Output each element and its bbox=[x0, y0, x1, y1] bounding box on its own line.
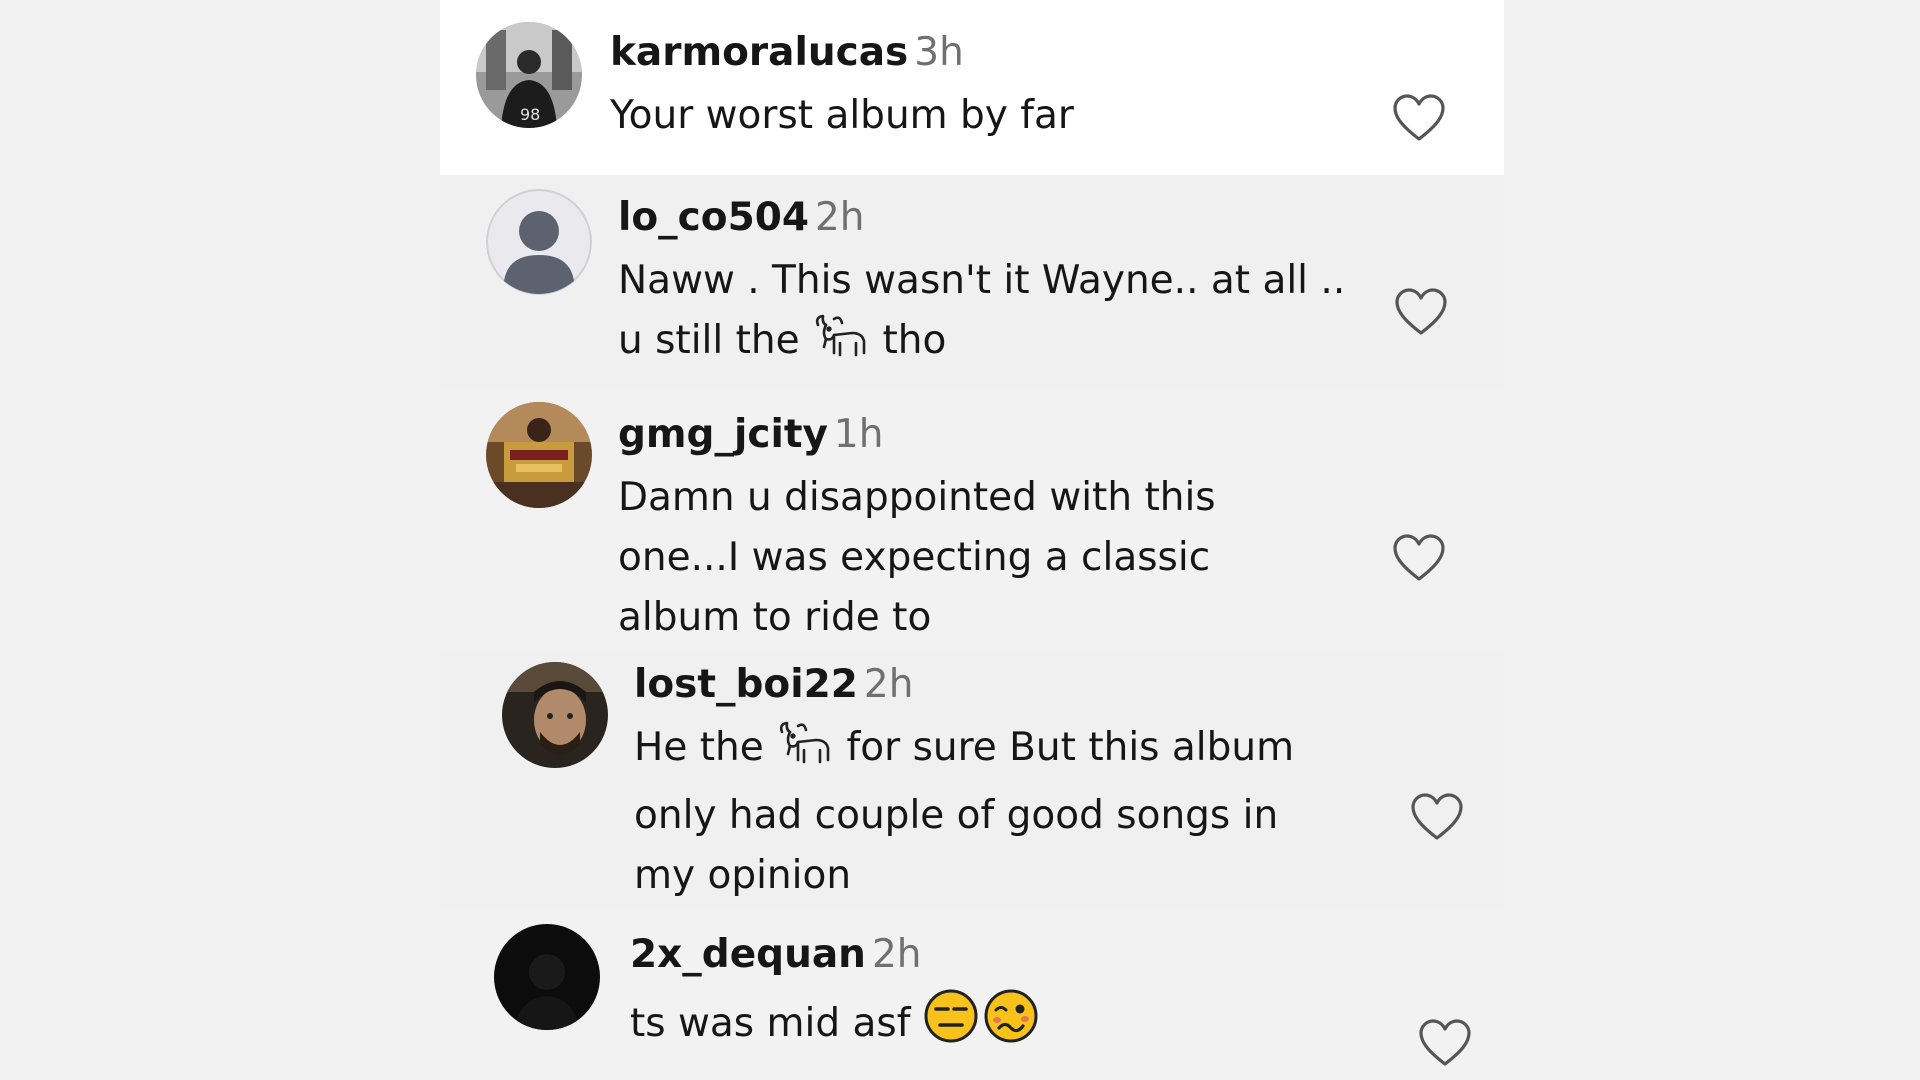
comment-username[interactable]: 2x_dequan bbox=[630, 932, 866, 977]
heart-outline-icon bbox=[1393, 534, 1445, 581]
comment-text-line: He the for sure But this album bbox=[634, 718, 1374, 786]
comment-text: Naww . This wasn't it Wayne.. at all .. bbox=[618, 258, 1346, 303]
comments-panel: 98 karmoralucas 3h Your worst album by fa… bbox=[440, 0, 1504, 1080]
woozy-face-emoji-icon bbox=[983, 988, 1039, 1062]
goat-emoji-icon bbox=[812, 311, 870, 379]
comment-item: 98 karmoralucas 3h Your worst album by fa… bbox=[440, 0, 1504, 175]
comment-text-line: u still the tho bbox=[618, 311, 1374, 379]
heart-outline-icon bbox=[1411, 793, 1463, 840]
comment-text: album to ride to bbox=[618, 595, 932, 640]
comment-timestamp: 3h bbox=[914, 30, 964, 75]
comment-item: lo_co504 2h Naww . This wasn't it Wayne..… bbox=[440, 175, 1504, 390]
like-button[interactable] bbox=[1392, 93, 1446, 143]
comment-text: only had couple of good songs in bbox=[634, 793, 1279, 838]
comment-text: tho bbox=[882, 318, 947, 363]
heart-outline-icon bbox=[1419, 1019, 1471, 1066]
heart-outline-icon bbox=[1393, 94, 1445, 141]
comment-text: one...I was expecting a classic bbox=[618, 535, 1211, 580]
default-avatar-icon bbox=[486, 189, 592, 295]
comment-item: lost_boi22 2h He the for sure But this al… bbox=[440, 650, 1504, 910]
comment-item: 2x_dequan 2h ts was mid asf bbox=[440, 910, 1504, 1080]
comment-text: my opinion bbox=[634, 853, 852, 898]
comment-timestamp: 2h bbox=[863, 662, 914, 707]
avatar[interactable] bbox=[502, 662, 608, 768]
avatar[interactable] bbox=[486, 402, 592, 508]
comment-text: Damn u disappointed with this bbox=[618, 475, 1216, 520]
comment-timestamp: 2h bbox=[814, 195, 865, 240]
comment-username[interactable]: lost_boi22 bbox=[634, 662, 858, 707]
comment-text: He the bbox=[634, 725, 764, 770]
comment-text: for sure But this album bbox=[846, 725, 1295, 770]
avatar[interactable] bbox=[486, 189, 592, 295]
comment-timestamp: 2h bbox=[871, 932, 922, 977]
like-button[interactable] bbox=[1410, 792, 1464, 842]
expressionless-face-emoji-icon bbox=[923, 988, 979, 1062]
comment-username[interactable]: lo_co504 bbox=[618, 195, 809, 240]
comment-username[interactable]: karmoralucas bbox=[610, 30, 908, 75]
heart-outline-icon bbox=[1395, 288, 1447, 335]
like-button[interactable] bbox=[1394, 287, 1448, 337]
goat-emoji-icon bbox=[776, 718, 834, 786]
like-button[interactable] bbox=[1392, 533, 1446, 583]
comment-timestamp: 1h bbox=[833, 412, 884, 457]
comment-text: ts was mid asf bbox=[630, 1001, 911, 1046]
comment-text-line: ts was mid asf bbox=[630, 988, 1374, 1062]
svg-text:98: 98 bbox=[520, 105, 540, 124]
avatar[interactable]: 98 bbox=[476, 22, 582, 128]
avatar[interactable] bbox=[494, 924, 600, 1030]
comment-username[interactable]: gmg_jcity bbox=[618, 412, 828, 457]
comment-item: gmg_jcity 1h Damn u disappointed with thi… bbox=[440, 390, 1504, 650]
like-button[interactable] bbox=[1418, 1018, 1472, 1068]
comment-text: u still the bbox=[618, 318, 800, 363]
comment-text: Your worst album by far bbox=[610, 93, 1074, 138]
